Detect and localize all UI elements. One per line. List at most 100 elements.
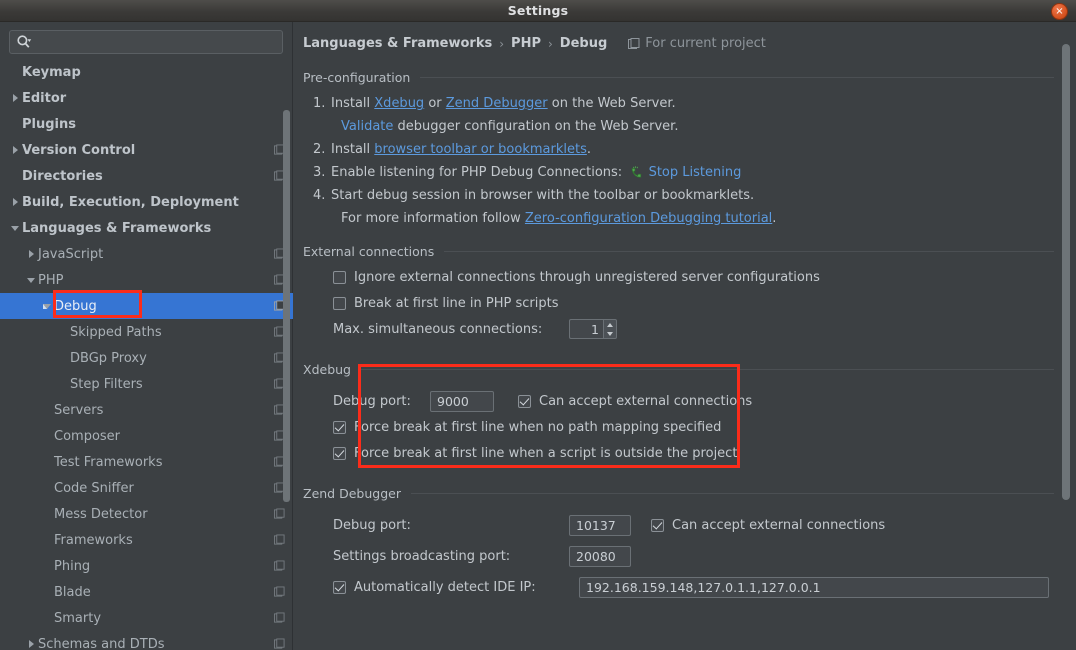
step-text-between: or xyxy=(428,96,442,111)
expand-arrow-icon[interactable] xyxy=(24,250,38,258)
zend-broadcast-label: Settings broadcasting port: xyxy=(333,548,511,564)
sidebar-item-php[interactable]: PHP xyxy=(0,267,293,293)
sidebar-item-directories[interactable]: Directories xyxy=(0,163,293,189)
chevron-down-icon xyxy=(27,277,35,283)
preconfig-step-4: 4. Start debug session in browser with t… xyxy=(313,184,1054,207)
preconfig-step-4-sub: For more information follow Zero-configu… xyxy=(313,207,1054,230)
step-text-after: . xyxy=(586,142,591,157)
stop-listening-link[interactable]: Stop Listening xyxy=(649,161,742,184)
validate-link[interactable]: Validate xyxy=(341,119,393,134)
sidebar-item-phing[interactable]: Phing xyxy=(0,553,293,579)
expand-arrow-icon[interactable] xyxy=(8,198,22,206)
preconfig-step-1-sub: Validate debugger configuration on the W… xyxy=(313,115,1054,138)
xdebug-force-nopath-checkbox[interactable] xyxy=(333,420,346,434)
xdebug-port-input[interactable] xyxy=(430,390,494,412)
sidebar-item-label: Composer xyxy=(54,428,121,444)
sidebar-item-frameworks[interactable]: Frameworks xyxy=(0,527,293,553)
spinner-buttons xyxy=(603,319,617,339)
section-divider xyxy=(360,368,1054,370)
expand-arrow-icon[interactable] xyxy=(8,225,22,231)
zero-config-tutorial-link[interactable]: Zero-configuration Debugging tutorial xyxy=(525,211,772,226)
spinner-decrement-button[interactable] xyxy=(604,329,616,338)
step-text-before: Install xyxy=(331,96,371,111)
sidebar-scrollbar[interactable] xyxy=(283,110,290,502)
chevron-right-icon xyxy=(28,250,34,258)
sidebar-item-step-filters[interactable]: Step Filters xyxy=(0,371,293,397)
sidebar-item-label: Editor xyxy=(22,90,67,106)
section-title-preconfiguration: Pre-configuration xyxy=(303,69,411,85)
zend-ide-ip-input[interactable] xyxy=(579,576,1049,598)
ignore-external-label: Ignore external connections through unre… xyxy=(354,269,820,285)
zend-port-row: Debug port: Can accept external connecti… xyxy=(303,512,1054,538)
section-divider xyxy=(420,76,1054,78)
breadcrumb-separator-1: › xyxy=(499,36,505,51)
phone-listening-icon xyxy=(630,161,644,184)
expand-arrow-icon[interactable] xyxy=(24,640,38,648)
scope-label: For current project xyxy=(645,36,766,51)
sidebar-item-javascript[interactable]: JavaScript xyxy=(0,241,293,267)
search-box[interactable] xyxy=(9,30,283,54)
preconfig-step-3: 3. Enable listening for PHP Debug Connec… xyxy=(313,161,1054,184)
sidebar-item-blade[interactable]: Blade xyxy=(0,579,293,605)
section-title-zend: Zend Debugger xyxy=(303,485,401,501)
sidebar-item-mess-detector[interactable]: Mess Detector xyxy=(0,501,293,527)
sidebar-item-keymap[interactable]: Keymap xyxy=(0,59,293,85)
break-first-line-checkbox[interactable] xyxy=(333,296,346,310)
zend-accept-external-label: Can accept external connections xyxy=(672,517,886,533)
zend-port-input[interactable] xyxy=(569,514,631,536)
spinner-increment-button[interactable] xyxy=(604,320,616,329)
settings-tree[interactable]: Keymap Editor Plugins Version Control Direct… xyxy=(0,59,293,650)
chevron-right-icon xyxy=(12,146,18,154)
sidebar-item-build-execution-deployment[interactable]: Build, Execution, Deployment xyxy=(0,189,293,215)
browser-toolbar-link[interactable]: browser toolbar or bookmarklets xyxy=(374,138,587,161)
sidebar-item-servers[interactable]: Servers xyxy=(0,397,293,423)
sidebar-item-plugins[interactable]: Plugins xyxy=(0,111,293,137)
xdebug-force-outside-row: Force break at first line when a script … xyxy=(303,440,1054,466)
expand-arrow-icon[interactable] xyxy=(8,146,22,154)
expand-arrow-icon[interactable] xyxy=(24,277,38,283)
main-panel-scrollbar[interactable] xyxy=(1062,44,1070,500)
expand-arrow-icon[interactable] xyxy=(40,303,54,309)
breadcrumb-item-php[interactable]: PHP xyxy=(511,36,541,51)
chevron-right-icon xyxy=(28,640,34,648)
dialog-body: Keymap Editor Plugins Version Control Direct… xyxy=(0,22,1076,650)
sidebar-item-smarty[interactable]: Smarty xyxy=(0,605,293,631)
xdebug-accept-external-checkbox[interactable] xyxy=(518,394,531,408)
sidebar-item-label: Mess Detector xyxy=(54,506,148,522)
sidebar-item-test-frameworks[interactable]: Test Frameworks xyxy=(0,449,293,475)
sidebar-item-skipped-paths[interactable]: Skipped Paths xyxy=(0,319,293,345)
zend-accept-external-checkbox[interactable] xyxy=(651,518,664,532)
step-text: Start debug session in browser with the … xyxy=(331,188,755,203)
breadcrumb-item-languages[interactable]: Languages & Frameworks xyxy=(303,36,492,51)
sidebar-item-debug[interactable]: Debug xyxy=(0,293,293,319)
sidebar-item-languages-frameworks[interactable]: Languages & Frameworks xyxy=(0,215,293,241)
section-header-external: External connections xyxy=(303,238,1054,264)
sidebar-item-composer[interactable]: Composer xyxy=(0,423,293,449)
step-text: Enable listening for PHP Debug Connectio… xyxy=(331,165,623,180)
preconfig-step-2: 2. Install browser toolbar or bookmarkle… xyxy=(313,138,1054,161)
zend-debugger-link[interactable]: Zend Debugger xyxy=(446,92,548,115)
zend-broadcast-row: Settings broadcasting port: xyxy=(303,543,1054,569)
sidebar-item-version-control[interactable]: Version Control xyxy=(0,137,293,163)
ignore-external-row: Ignore external connections through unre… xyxy=(303,264,1054,290)
xdebug-force-outside-checkbox[interactable] xyxy=(333,446,346,460)
close-icon[interactable]: × xyxy=(1051,3,1068,20)
ignore-external-checkbox[interactable] xyxy=(333,270,346,284)
sidebar-item-label: Step Filters xyxy=(70,376,143,392)
search-input[interactable] xyxy=(32,34,276,50)
sidebar-item-editor[interactable]: Editor xyxy=(0,85,293,111)
expand-arrow-icon[interactable] xyxy=(8,94,22,102)
settings-sidebar: Keymap Editor Plugins Version Control Direct… xyxy=(0,22,293,650)
xdebug-link[interactable]: Xdebug xyxy=(374,92,424,115)
dialog-title: Settings xyxy=(507,3,569,18)
sidebar-item-dbgp-proxy[interactable]: DBGp Proxy xyxy=(0,345,293,371)
max-connections-spinner[interactable] xyxy=(569,319,617,339)
zend-broadcast-input[interactable] xyxy=(569,545,631,567)
max-connections-input[interactable] xyxy=(569,319,603,339)
sidebar-item-schemas-and-dtds[interactable]: Schemas and DTDs xyxy=(0,631,293,650)
chevron-right-icon xyxy=(12,94,18,102)
sidebar-item-code-sniffer[interactable]: Code Sniffer xyxy=(0,475,293,501)
break-first-line-row: Break at first line in PHP scripts xyxy=(303,290,1054,316)
sidebar-item-label: PHP xyxy=(38,272,64,288)
zend-autodetect-checkbox[interactable] xyxy=(333,580,346,594)
